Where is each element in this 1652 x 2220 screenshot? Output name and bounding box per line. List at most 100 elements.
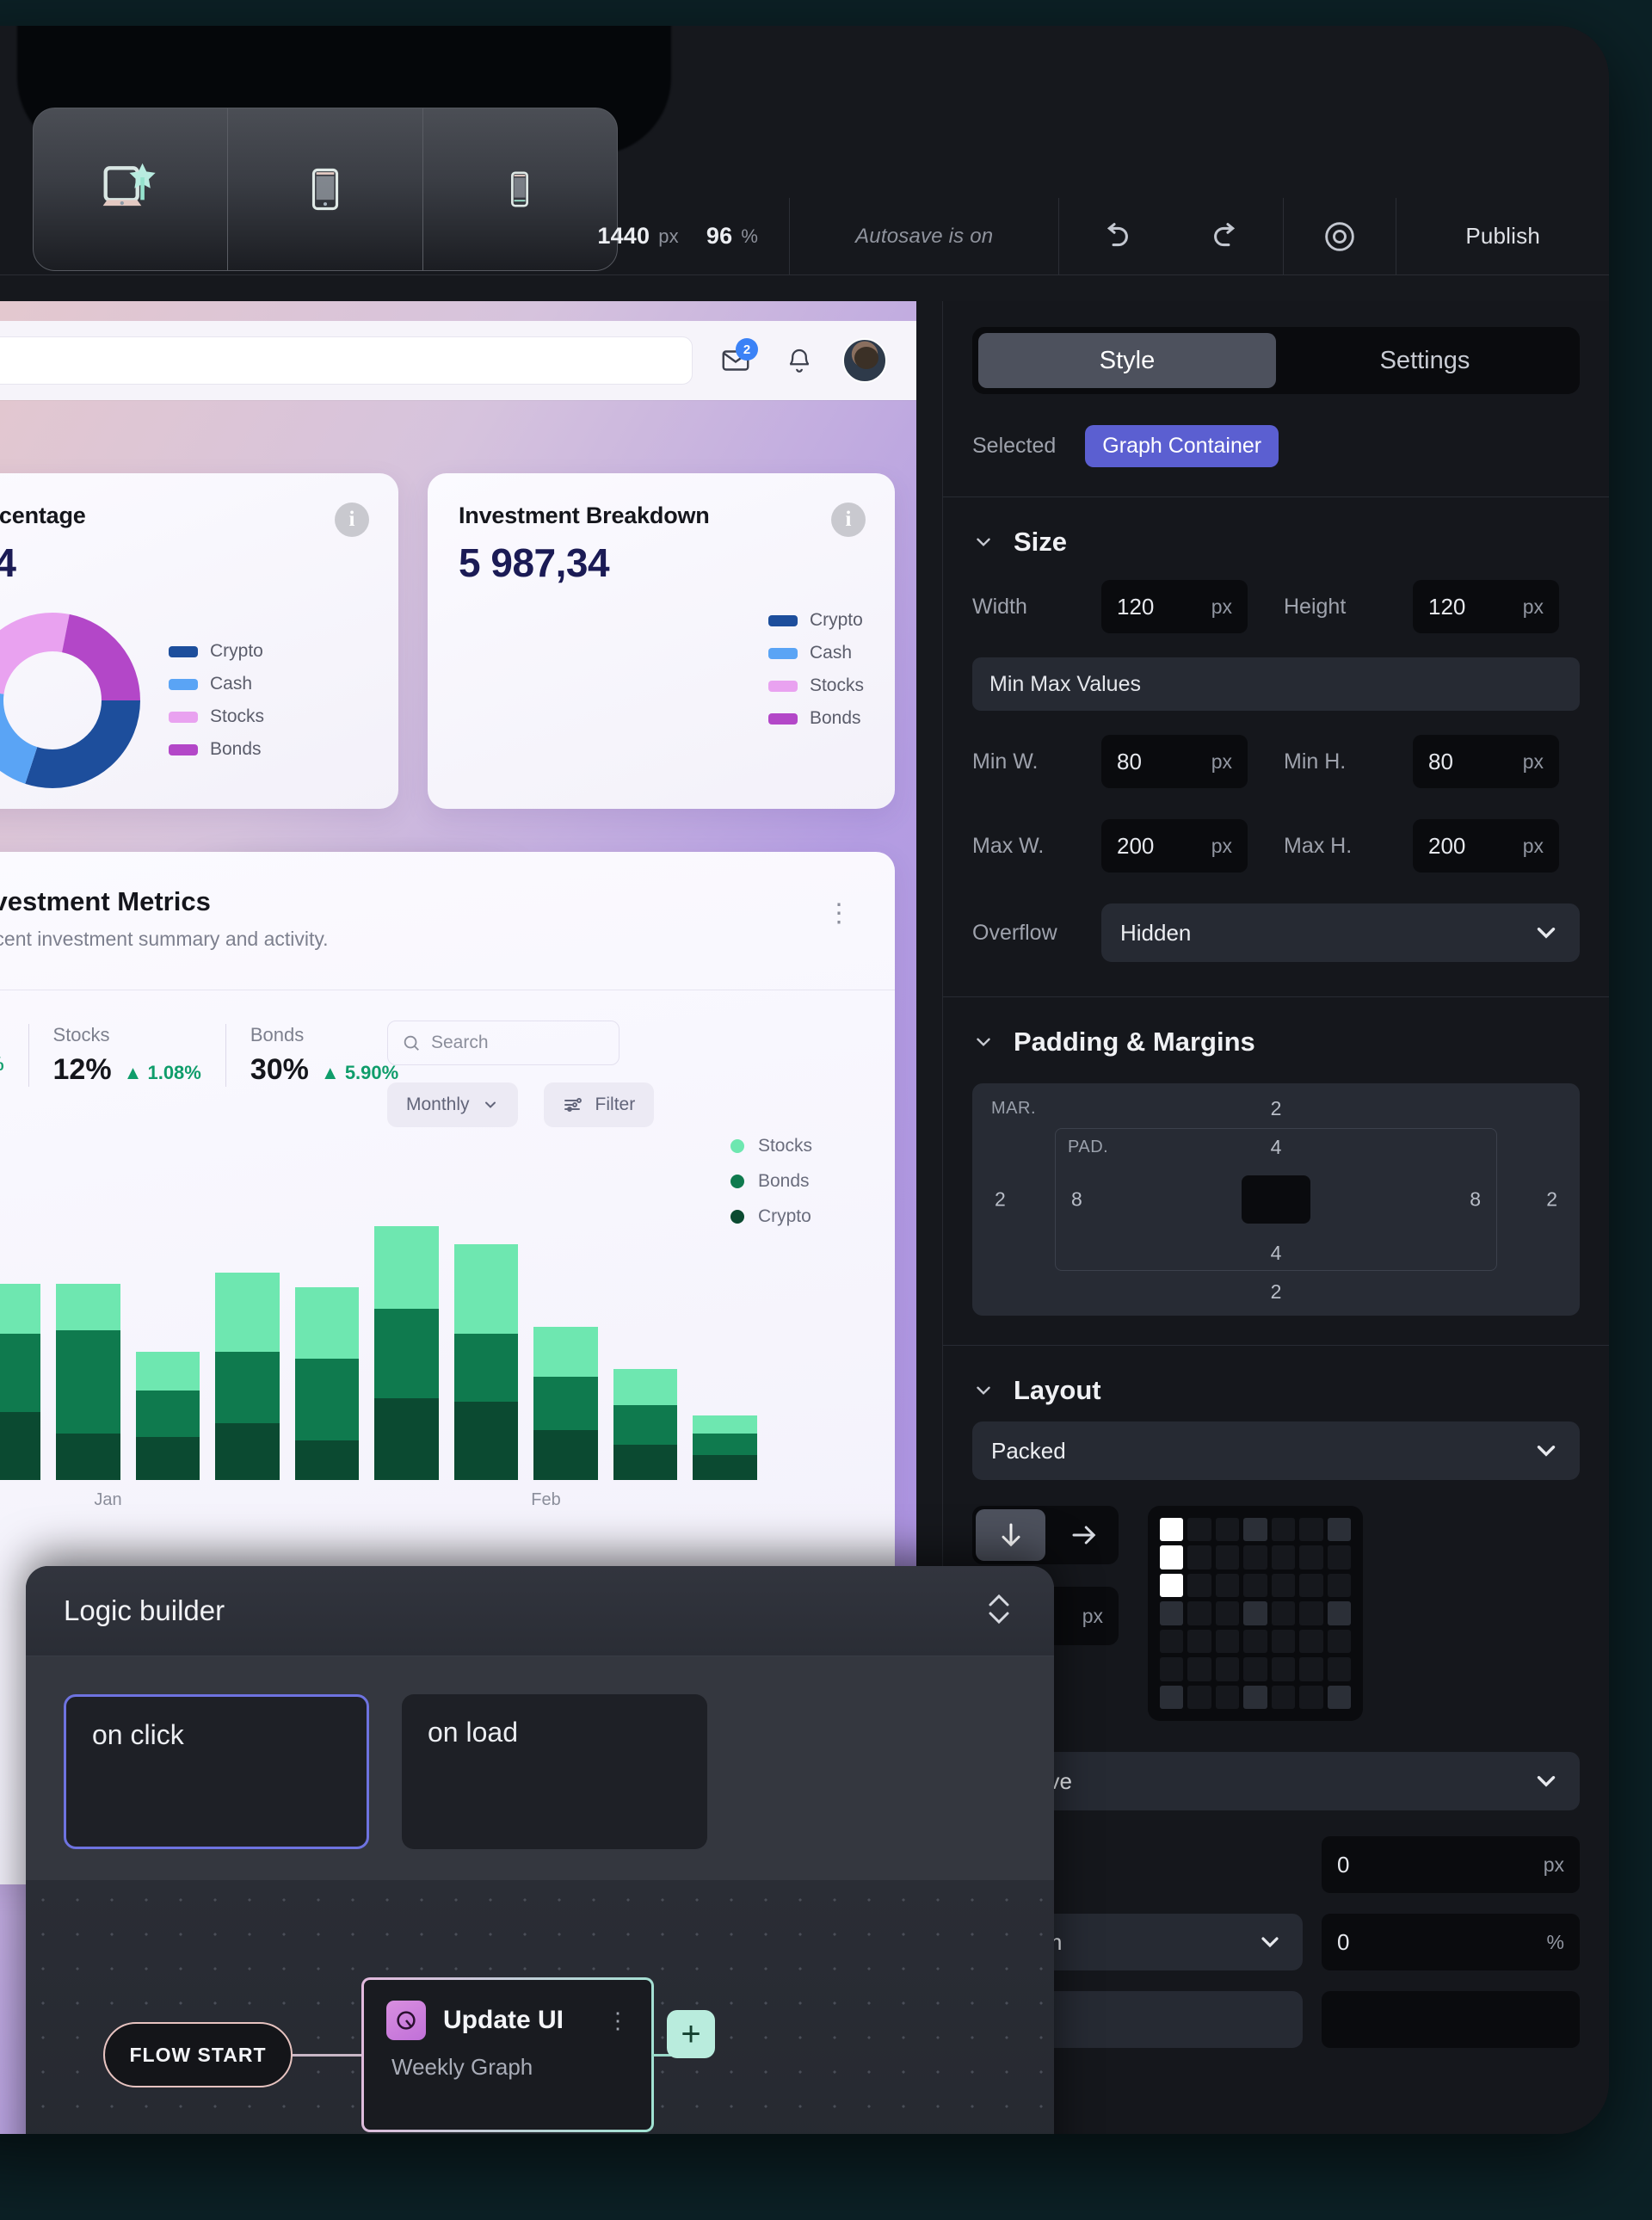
alignment-grid[interactable] <box>1148 1506 1363 1721</box>
alignment-cell[interactable] <box>1187 1657 1211 1681</box>
app-search-input[interactable] <box>0 336 693 385</box>
filter-button[interactable]: Filter <box>543 1082 655 1127</box>
size-section-header[interactable]: Size <box>943 497 1609 564</box>
direction-vertical-button[interactable] <box>976 1509 1045 1561</box>
anchor-amount-input-secondary[interactable] <box>1322 1991 1580 2048</box>
max-width-input[interactable]: 200 px <box>1101 819 1248 873</box>
selected-element-chip[interactable]: Graph Container <box>1085 425 1279 467</box>
alignment-cell[interactable] <box>1187 1573 1211 1598</box>
alignment-cell[interactable] <box>1299 1545 1323 1569</box>
alignment-cell[interactable] <box>1187 1601 1211 1625</box>
tab-settings[interactable]: Settings <box>1276 333 1574 388</box>
alignment-cell[interactable] <box>1215 1518 1240 1542</box>
position-select[interactable]: Relative <box>972 1752 1580 1810</box>
min-width-input[interactable]: 80 px <box>1101 735 1248 788</box>
min-height-input[interactable]: 80 px <box>1413 735 1559 788</box>
logic-builder-resize-button[interactable] <box>982 1588 1016 1634</box>
margin-bottom-value[interactable]: 2 <box>1271 1280 1282 1304</box>
period-select[interactable]: Monthly <box>387 1082 518 1127</box>
direction-horizontal-button[interactable] <box>1049 1506 1119 1564</box>
alignment-cell[interactable] <box>1243 1601 1267 1625</box>
padding-right-value[interactable]: 8 <box>1470 1188 1481 1212</box>
alignment-cell[interactable] <box>1271 1657 1296 1681</box>
padding-section-header[interactable]: Padding & Margins <box>943 997 1609 1064</box>
investment-breakdown-card[interactable]: Investment Breakdown 5 987,34 i Crypto C… <box>428 473 895 809</box>
alignment-cell[interactable] <box>1215 1573 1240 1598</box>
alignment-cell[interactable] <box>1327 1601 1351 1625</box>
alignment-cell[interactable] <box>1327 1629 1351 1654</box>
alignment-cell[interactable] <box>1271 1601 1296 1625</box>
padding-left-value[interactable]: 8 <box>1071 1188 1082 1212</box>
layout-mode-select[interactable]: Packed <box>972 1421 1580 1480</box>
percentage-card[interactable]: Percentage ,34 i Crypto Cash Stocks Bond… <box>0 473 398 809</box>
alignment-cell[interactable] <box>1187 1685 1211 1709</box>
alignment-cell[interactable] <box>1327 1518 1351 1542</box>
info-icon[interactable]: i <box>831 503 866 537</box>
alignment-cell[interactable] <box>1160 1657 1184 1681</box>
update-ui-node[interactable]: Update UI ⋮ Weekly Graph <box>361 1977 654 2132</box>
flow-start-node[interactable]: FLOW START <box>103 2022 293 2087</box>
zindex-input[interactable]: 0 px <box>1322 1836 1580 1893</box>
padding-top-value[interactable]: 4 <box>1271 1136 1282 1159</box>
redo-button[interactable] <box>1171 198 1283 274</box>
height-input[interactable]: 120 px <box>1413 580 1559 633</box>
undo-button[interactable] <box>1058 198 1171 274</box>
alignment-cell[interactable] <box>1160 1601 1184 1625</box>
alignment-cell[interactable] <box>1243 1657 1267 1681</box>
alignment-cell[interactable] <box>1299 1601 1323 1625</box>
mail-button[interactable]: 2 <box>715 338 758 381</box>
alignment-cell[interactable] <box>1243 1518 1267 1542</box>
avatar[interactable] <box>842 338 887 383</box>
box-model-editor[interactable]: MAR. 2 2 2 2 PAD. 4 8 8 4 <box>972 1083 1580 1316</box>
node-menu-button[interactable]: ⋮ <box>607 2007 629 2034</box>
alignment-cell[interactable] <box>1215 1685 1240 1709</box>
alignment-cell[interactable] <box>1160 1573 1184 1598</box>
metrics-search-input[interactable]: Search <box>387 1021 620 1065</box>
alignment-cell[interactable] <box>1160 1545 1184 1569</box>
trigger-on-click[interactable]: on click <box>64 1694 369 1849</box>
anchor-amount-input[interactable]: 0 % <box>1322 1914 1580 1970</box>
flow-canvas[interactable]: FLOW START Update UI ⋮ Weekly Graph + <box>26 1883 1054 2134</box>
padding-bottom-value[interactable]: 4 <box>1271 1242 1282 1265</box>
alignment-cell[interactable] <box>1271 1545 1296 1569</box>
alignment-cell[interactable] <box>1299 1685 1323 1709</box>
alignment-cell[interactable] <box>1187 1545 1211 1569</box>
direction-toggle[interactable] <box>972 1506 1119 1564</box>
canvas-size-display[interactable]: 1440 px 96 % <box>566 198 789 274</box>
add-node-button[interactable]: + <box>667 2010 715 2058</box>
preview-button[interactable] <box>1283 198 1396 274</box>
alignment-cell[interactable] <box>1160 1518 1184 1542</box>
alignment-cell[interactable] <box>1299 1657 1323 1681</box>
layout-section-header[interactable]: Layout <box>943 1346 1609 1413</box>
alignment-cell[interactable] <box>1271 1629 1296 1654</box>
alignment-cell[interactable] <box>1299 1518 1323 1542</box>
alignment-cell[interactable] <box>1271 1518 1296 1542</box>
margin-top-value[interactable]: 2 <box>1271 1097 1282 1120</box>
overflow-select[interactable]: Hidden <box>1101 903 1580 962</box>
notifications-button[interactable] <box>779 340 820 381</box>
alignment-cell[interactable] <box>1327 1573 1351 1598</box>
alignment-cell[interactable] <box>1327 1657 1351 1681</box>
margin-right-value[interactable]: 2 <box>1546 1188 1557 1212</box>
alignment-cell[interactable] <box>1160 1629 1184 1654</box>
tab-style[interactable]: Style <box>978 333 1276 388</box>
alignment-cell[interactable] <box>1243 1685 1267 1709</box>
alignment-cell[interactable] <box>1243 1629 1267 1654</box>
width-input[interactable]: 120 px <box>1101 580 1248 633</box>
max-height-input[interactable]: 200 px <box>1413 819 1559 873</box>
alignment-cell[interactable] <box>1243 1573 1267 1598</box>
alignment-cell[interactable] <box>1215 1629 1240 1654</box>
alignment-cell[interactable] <box>1299 1629 1323 1654</box>
alignment-cell[interactable] <box>1271 1685 1296 1709</box>
alignment-cell[interactable] <box>1160 1685 1184 1709</box>
alignment-cell[interactable] <box>1187 1518 1211 1542</box>
trigger-on-load[interactable]: on load <box>402 1694 707 1849</box>
alignment-cell[interactable] <box>1215 1545 1240 1569</box>
alignment-cell[interactable] <box>1187 1629 1211 1654</box>
alignment-cell[interactable] <box>1215 1601 1240 1625</box>
alignment-cell[interactable] <box>1271 1573 1296 1598</box>
metrics-menu-button[interactable]: ⋮ <box>826 898 854 928</box>
alignment-cell[interactable] <box>1215 1657 1240 1681</box>
alignment-cell[interactable] <box>1243 1545 1267 1569</box>
alignment-cell[interactable] <box>1327 1685 1351 1709</box>
